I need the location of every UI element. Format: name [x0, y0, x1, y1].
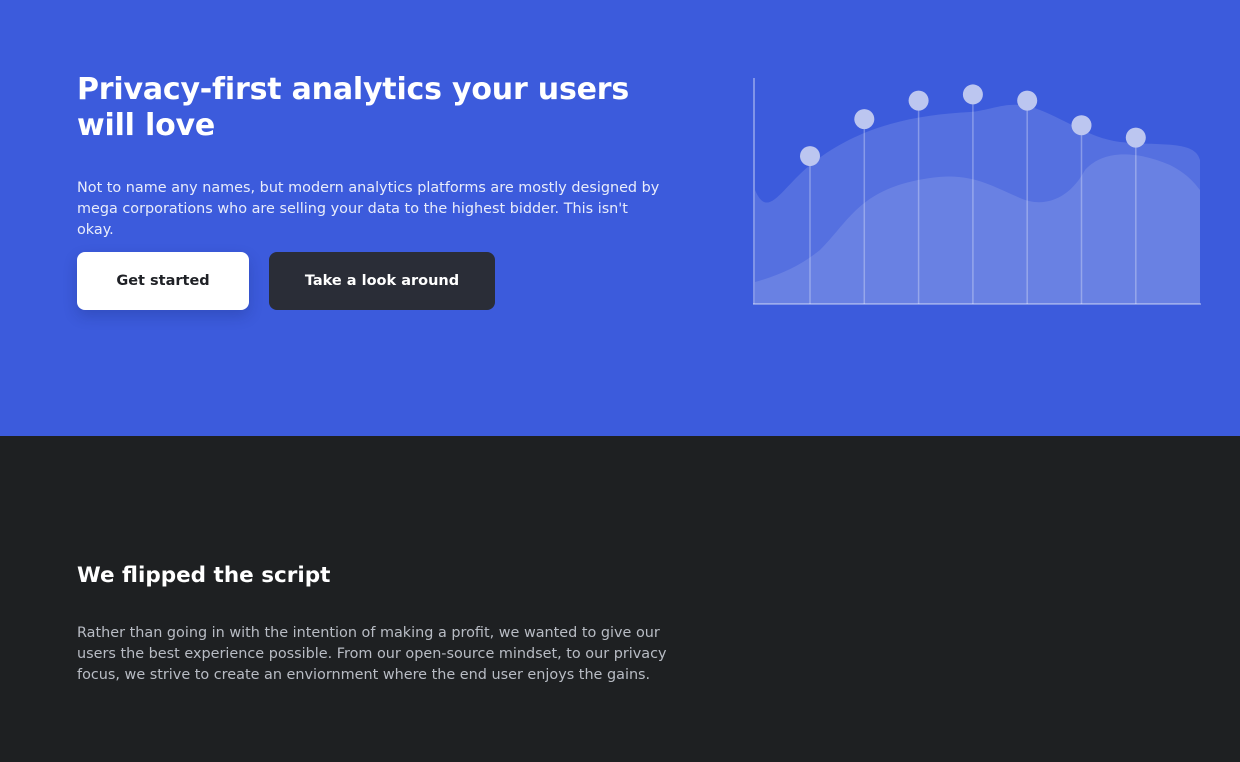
chart-point	[962, 84, 983, 105]
chart-point	[854, 109, 875, 130]
chart-point	[908, 90, 929, 111]
chart-point	[1017, 90, 1038, 111]
mission-title: We flipped the script	[77, 563, 331, 588]
hero-title: Privacy-first analytics your users will …	[77, 72, 629, 143]
mission-description: Rather than going in with the intention …	[77, 625, 667, 683]
hero-section: Privacy-first analytics your users will …	[0, 0, 1240, 436]
get-started-button[interactable]: Get started	[77, 252, 249, 310]
chart-point	[1071, 115, 1092, 136]
mission-section: We flipped the script Rather than going …	[0, 436, 1240, 762]
take-a-look-around-button[interactable]: Take a look around	[269, 252, 495, 310]
hero-description: Not to name any names, but modern analyt…	[77, 180, 660, 238]
chart-point	[1125, 127, 1146, 148]
chart-point	[800, 146, 820, 167]
analytics-chart-illustration	[753, 78, 1201, 305]
